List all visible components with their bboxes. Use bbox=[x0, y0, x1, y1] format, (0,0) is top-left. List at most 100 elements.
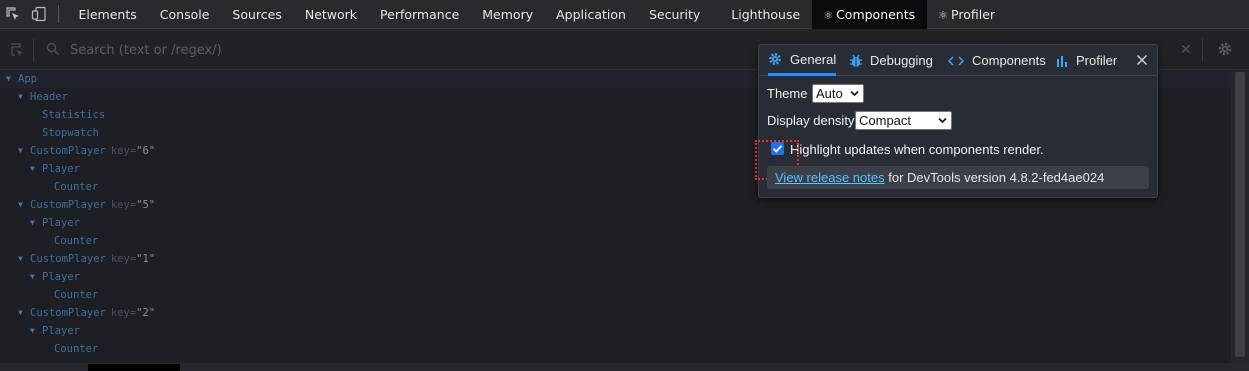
component-name: CustomPlayer bbox=[30, 307, 106, 319]
chevron-down-icon bbox=[938, 117, 947, 124]
settings-tab-profiler[interactable]: Profiler bbox=[1056, 45, 1117, 76]
horizontal-scrollbar-thumb[interactable] bbox=[88, 364, 180, 371]
component-key-value: "5" bbox=[136, 199, 156, 211]
clear-search-icon[interactable]: ✕ bbox=[1180, 42, 1192, 58]
tree-row[interactable]: ▼ Player bbox=[0, 268, 1231, 286]
devtools-tab-sources[interactable]: Sources bbox=[221, 0, 293, 29]
close-icon[interactable] bbox=[1134, 52, 1150, 68]
component-name: Player bbox=[42, 271, 80, 283]
component-name: Header bbox=[30, 91, 68, 103]
component-name: CustomPlayer bbox=[30, 145, 106, 157]
devtools-tab-elements[interactable]: Elements bbox=[67, 0, 148, 29]
devtools-tab-lighthouse[interactable]: Lighthouse bbox=[720, 0, 812, 29]
tree-row[interactable]: ▼ CustomPlayer key="2" bbox=[0, 304, 1231, 322]
devtools-tab-label: Sources bbox=[232, 6, 282, 22]
expand-arrow-icon[interactable]: ▼ bbox=[30, 160, 40, 178]
expand-arrow-icon[interactable]: ▼ bbox=[18, 304, 28, 322]
component-name: Statistics bbox=[42, 109, 106, 121]
theme-label: Theme bbox=[767, 86, 808, 101]
inspect-element-icon[interactable] bbox=[0, 0, 26, 29]
tree-row[interactable]: ▼ Player bbox=[0, 214, 1231, 232]
devtools-tab-components[interactable]: ⚛ Components bbox=[811, 0, 927, 29]
component-key-value: "1" bbox=[136, 253, 156, 265]
vertical-scrollbar-thumb[interactable] bbox=[1235, 72, 1245, 357]
tree-row[interactable]: Counter bbox=[0, 340, 1231, 358]
devtools-tab-performance[interactable]: Performance bbox=[369, 0, 471, 29]
component-name: Counter bbox=[54, 289, 99, 301]
settings-tab-general[interactable]: General bbox=[768, 45, 837, 76]
expand-arrow-icon[interactable]: ▼ bbox=[6, 70, 16, 88]
bug-icon bbox=[850, 54, 862, 67]
search-icon bbox=[46, 42, 60, 56]
devtools-tab-security[interactable]: Security bbox=[637, 0, 711, 29]
devtools-tab-label: Console bbox=[159, 6, 210, 22]
devtools-tab-label: Components bbox=[836, 6, 916, 22]
react-atom-icon: ⚛ bbox=[938, 8, 949, 22]
devtools-tab-memory[interactable]: Memory bbox=[471, 0, 545, 29]
expand-arrow-icon[interactable]: ▼ bbox=[18, 250, 28, 268]
device-toolbar-icon[interactable] bbox=[26, 0, 52, 29]
settings-tab-label: General bbox=[790, 51, 837, 67]
chevron-down-icon bbox=[850, 90, 859, 97]
code-icon bbox=[948, 55, 964, 66]
release-notes-link[interactable]: View release notes bbox=[775, 170, 885, 185]
tree-row[interactable]: ▼ CustomPlayer key="5" bbox=[0, 196, 1231, 214]
devtools-tab-label: Security bbox=[648, 6, 701, 22]
component-name: Player bbox=[42, 217, 80, 229]
toolbar-divider bbox=[33, 39, 34, 61]
tree-row[interactable]: Counter bbox=[0, 286, 1231, 304]
tree-row[interactable]: Counter bbox=[0, 232, 1231, 250]
theme-select-value: Auto bbox=[816, 86, 843, 101]
expand-arrow-icon[interactable]: ▼ bbox=[18, 196, 28, 214]
component-name: CustomPlayer bbox=[30, 199, 106, 211]
devtools-tab-bar: Elements Console Sources Network Performance… bbox=[0, 0, 1249, 29]
expand-arrow-icon[interactable]: ▼ bbox=[18, 88, 28, 106]
devtools-tab-profiler[interactable]: ⚛ Profiler bbox=[927, 0, 1007, 29]
component-key-label: key= bbox=[110, 253, 137, 265]
settings-tab-label: Profiler bbox=[1076, 53, 1118, 68]
devtools-tab-application[interactable]: Application bbox=[545, 0, 638, 29]
theme-select[interactable]: Auto bbox=[812, 84, 864, 103]
settings-tab-debugging[interactable]: Debugging bbox=[850, 45, 933, 76]
tree-row[interactable]: ▼ Player bbox=[0, 322, 1231, 340]
tree-row-content: CustomPlayer key="2" bbox=[30, 304, 155, 322]
devtools-tab-label: Lighthouse bbox=[731, 6, 801, 22]
devtools-tab-label: Network bbox=[304, 6, 358, 22]
expand-arrow-icon[interactable]: ▼ bbox=[30, 214, 40, 232]
expand-arrow-icon[interactable]: ▼ bbox=[30, 322, 40, 340]
component-name: CustomPlayer bbox=[30, 253, 106, 265]
devtools-tab-label: Performance bbox=[380, 6, 460, 22]
react-atom-icon: ⚛ bbox=[823, 8, 834, 22]
select-component-icon[interactable] bbox=[9, 42, 25, 58]
devtools-tab-network[interactable]: Network bbox=[293, 0, 368, 29]
devtools-tab-label: Application bbox=[556, 6, 626, 22]
expand-arrow-icon[interactable]: ▼ bbox=[18, 142, 28, 160]
display-density-select[interactable]: Compact bbox=[855, 111, 952, 130]
component-key-value: "6" bbox=[136, 145, 156, 157]
devtools-tab-label: Memory bbox=[482, 6, 534, 22]
tree-row-content: CustomPlayer key="6" bbox=[30, 142, 155, 160]
vertical-scrollbar[interactable] bbox=[1231, 70, 1249, 363]
highlight-updates-label[interactable]: Highlight updates when components render… bbox=[790, 142, 1044, 157]
settings-tab-components[interactable]: Components bbox=[948, 45, 1046, 76]
display-density-label: Display density bbox=[767, 113, 855, 128]
component-name: Counter bbox=[54, 343, 99, 355]
devtools-tab-console[interactable]: Console bbox=[148, 0, 221, 29]
tree-row[interactable]: ▼ CustomPlayer key="1" bbox=[0, 250, 1231, 268]
settings-panel: General Debugging Components Profiler Th… bbox=[755, 44, 1158, 198]
component-name: Player bbox=[42, 163, 80, 175]
settings-gear-icon[interactable] bbox=[1217, 41, 1233, 57]
component-key-label: key= bbox=[110, 145, 137, 157]
component-name: Player bbox=[42, 325, 80, 337]
release-version-text: for DevTools version 4.8.2-fed4ae024 bbox=[884, 170, 1105, 185]
display-density-select-value: Compact bbox=[859, 113, 912, 128]
expand-arrow-icon[interactable]: ▼ bbox=[30, 268, 40, 286]
component-key-value: "2" bbox=[136, 307, 156, 319]
settings-tab-label: Components bbox=[972, 53, 1046, 68]
component-search-input[interactable] bbox=[70, 38, 470, 62]
tree-row-content: CustomPlayer key="5" bbox=[30, 196, 155, 214]
bar-chart-icon bbox=[1057, 55, 1067, 67]
gear-icon bbox=[769, 53, 781, 65]
component-key-label: key= bbox=[110, 307, 137, 319]
horizontal-scrollbar[interactable] bbox=[0, 363, 1249, 371]
